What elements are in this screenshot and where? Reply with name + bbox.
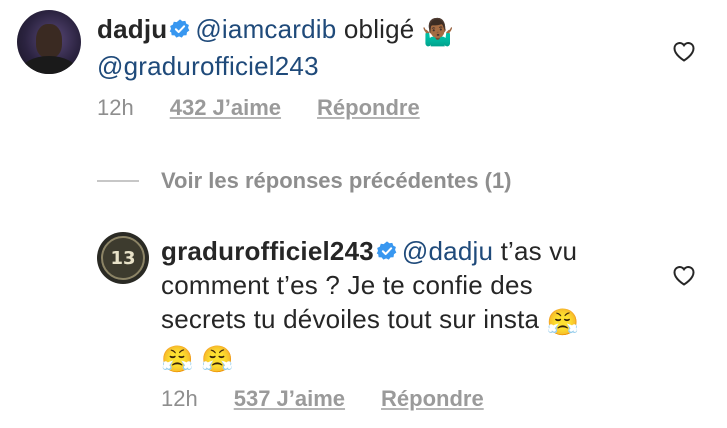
comment-body-line3: secrets tu dévoiles tout sur insta bbox=[161, 304, 540, 334]
like-heart-icon[interactable] bbox=[672, 40, 696, 62]
verified-badge-icon bbox=[170, 19, 190, 38]
mention-link[interactable]: @gradurofficiel243 bbox=[97, 51, 319, 81]
comment-dadju-text: dadju @iamcardib obligé 🤷🏾‍♂️ @graduroffi… bbox=[97, 12, 455, 83]
avatar-face bbox=[36, 24, 62, 58]
comment-body: obligé bbox=[336, 14, 415, 44]
comment-time: 12h bbox=[161, 386, 198, 411]
comment-time: 12h bbox=[97, 95, 134, 120]
mention-link[interactable]: @dadju bbox=[402, 236, 493, 266]
view-previous-replies-button[interactable]: Voir les réponses précédentes (1) bbox=[97, 168, 512, 194]
gradur-avatar[interactable]: 13 bbox=[97, 232, 149, 284]
comment-body-line2: comment t’es ? Je te confie des bbox=[161, 270, 533, 300]
13-logo-icon: 13 bbox=[101, 236, 145, 280]
comment-body-line1: t’as vu bbox=[493, 236, 578, 266]
likes-count-link[interactable]: 537 J’aime bbox=[234, 386, 345, 411]
likes-count-link[interactable]: 432 J’aime bbox=[170, 95, 281, 120]
comment-username[interactable]: dadju bbox=[97, 14, 167, 44]
comment-username[interactable]: gradurofficiel243 bbox=[161, 236, 374, 266]
huffing-face-emoji-icon: 😤 bbox=[201, 344, 234, 374]
verified-badge-icon bbox=[376, 241, 397, 260]
dadju-avatar[interactable] bbox=[17, 10, 81, 74]
like-heart-icon[interactable] bbox=[672, 264, 696, 286]
view-replies-label: Voir les réponses précédentes (1) bbox=[161, 168, 512, 193]
huffing-face-emoji-icon: 😤 bbox=[546, 307, 580, 337]
reply-button[interactable]: Répondre bbox=[317, 95, 420, 120]
replies-divider bbox=[97, 180, 139, 182]
comment-meta: 12h 537 J’aime Répondre bbox=[161, 386, 520, 412]
comment-meta: 12h 432 J’aime Répondre bbox=[97, 95, 456, 121]
shrug-emoji-icon: 🤷🏾‍♂️ bbox=[421, 17, 455, 47]
avatar-shirt bbox=[21, 56, 77, 74]
mention-link[interactable]: @iamcardib bbox=[195, 14, 336, 44]
huffing-face-emoji-icon: 😤 bbox=[161, 344, 194, 374]
reply-button[interactable]: Répondre bbox=[381, 386, 484, 411]
comment-gradur-text: gradurofficiel243 @dadju t’as vu comment … bbox=[161, 234, 579, 376]
